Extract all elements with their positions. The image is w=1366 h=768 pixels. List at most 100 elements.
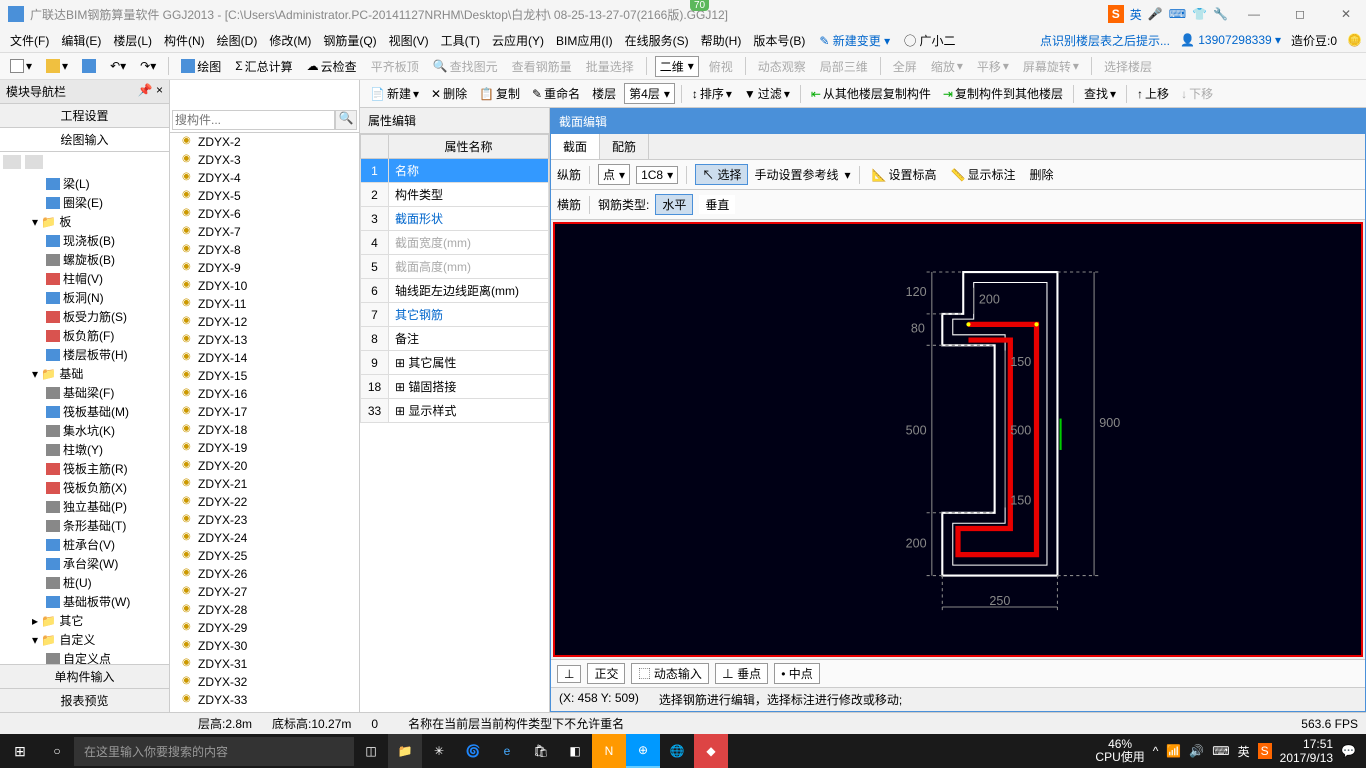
component-item[interactable]: ZDYX-32	[170, 673, 359, 691]
rotate-button[interactable]: 屏幕旋转 ▾	[1019, 56, 1083, 77]
nav-tab-draw[interactable]: 绘图输入	[0, 128, 169, 152]
menu-item[interactable]: 文件(F)	[4, 32, 55, 50]
component-item[interactable]: ZDYX-34	[170, 709, 359, 712]
nav-tab-settings[interactable]: 工程设置	[0, 104, 169, 128]
set-height-button[interactable]: 📐 设置标高	[868, 164, 941, 185]
ime-lang[interactable]: 英	[1130, 6, 1142, 23]
tb-app-3[interactable]: 🌀	[456, 734, 490, 768]
component-item[interactable]: ZDYX-28	[170, 601, 359, 619]
rename-button[interactable]: ✎ 重命名	[528, 83, 584, 104]
search-button[interactable]: 🔍	[335, 110, 357, 130]
mode-1[interactable]	[3, 155, 21, 169]
menu-item[interactable]: 版本号(B)	[747, 32, 811, 50]
point-combo[interactable]: 点 ▾	[598, 164, 630, 185]
search-input[interactable]	[172, 110, 335, 130]
filter-button[interactable]: ▼ 过滤 ▾	[740, 83, 794, 104]
sort-button[interactable]: ↕ 排序 ▾	[688, 83, 736, 104]
dynamic-view-button[interactable]: 动态观察	[754, 56, 810, 77]
copy-to-button[interactable]: ⇥ 复制构件到其他楼层	[939, 83, 1067, 104]
component-item[interactable]: ZDYX-25	[170, 547, 359, 565]
tree-item[interactable]: 承台梁(W)	[4, 554, 165, 573]
nav-tab-single[interactable]: 单构件输入	[0, 664, 169, 688]
tree-item[interactable]: 柱墩(Y)	[4, 440, 165, 459]
tb-app-2[interactable]: ✳	[422, 734, 456, 768]
up-button[interactable]: ↑ 上移	[1133, 83, 1173, 104]
tray-vol-icon[interactable]: 🔊	[1189, 744, 1204, 758]
tab-section[interactable]: 截面	[551, 134, 600, 159]
prop-row[interactable]: 9⊞ 其它属性	[361, 351, 549, 375]
tree-item[interactable]: 柱帽(V)	[4, 269, 165, 288]
component-item[interactable]: ZDYX-10	[170, 277, 359, 295]
tree-item[interactable]: 板负筋(F)	[4, 326, 165, 345]
drawing-canvas[interactable]: 120 200 80 150 500 500 900 150 200 250	[553, 222, 1363, 657]
cloud-check-button[interactable]: ☁ 云检查	[303, 56, 361, 77]
prop-row[interactable]: 18⊞ 锚固搭接	[361, 375, 549, 399]
tree-item[interactable]: 基础梁(F)	[4, 383, 165, 402]
ortho-button[interactable]: 正交	[587, 663, 625, 684]
prop-row[interactable]: 2构件类型	[361, 183, 549, 207]
mode-2[interactable]	[25, 155, 43, 169]
find-button[interactable]: 🔍 查找图元	[429, 56, 502, 77]
tb-app-4[interactable]: ◧	[558, 734, 592, 768]
menu-item[interactable]: 绘图(D)	[211, 32, 264, 50]
zoom-button[interactable]: 缩放 ▾	[927, 56, 967, 77]
save-button[interactable]	[78, 57, 100, 75]
sum-button[interactable]: Σ 汇总计算	[231, 56, 296, 77]
draw-button[interactable]: 绘图	[177, 56, 225, 77]
component-item[interactable]: ZDYX-15	[170, 367, 359, 385]
tree-item[interactable]: 现浇板(B)	[4, 231, 165, 250]
component-item[interactable]: ZDYX-17	[170, 403, 359, 421]
flat-button[interactable]: 平齐板顶	[367, 56, 423, 77]
undo-button[interactable]: ↶▾	[106, 57, 130, 75]
tb-app-1[interactable]: 📁	[388, 734, 422, 768]
prop-row[interactable]: 8备注	[361, 327, 549, 351]
tree-item[interactable]: 桩(U)	[4, 573, 165, 592]
menu-item[interactable]: 钢筋量(Q)	[317, 32, 382, 50]
menu-item[interactable]: 工具(T)	[435, 32, 486, 50]
redo-button[interactable]: ↷▾	[136, 57, 160, 75]
phone[interactable]: 👤 13907298339 ▾	[1180, 33, 1281, 47]
component-item[interactable]: ZDYX-12	[170, 313, 359, 331]
menu-item[interactable]: 修改(M)	[263, 32, 317, 50]
component-item[interactable]: ZDYX-27	[170, 583, 359, 601]
horizontal-button[interactable]: 水平	[655, 194, 693, 215]
batch-button[interactable]: 批量选择	[582, 56, 638, 77]
tb-store[interactable]: 🛍	[524, 734, 558, 768]
prop-row[interactable]: 1名称	[361, 159, 549, 183]
tray-notif-icon[interactable]: 💬	[1341, 744, 1356, 758]
component-item[interactable]: ZDYX-6	[170, 205, 359, 223]
menu-item[interactable]: 构件(N)	[158, 32, 211, 50]
component-item[interactable]: ZDYX-8	[170, 241, 359, 259]
menu-item[interactable]: 帮助(H)	[695, 32, 748, 50]
tree-item[interactable]: 板受力筋(S)	[4, 307, 165, 326]
component-item[interactable]: ZDYX-4	[170, 169, 359, 187]
tray-net-icon[interactable]: 📶	[1166, 744, 1181, 758]
tb-app-8[interactable]: ◆	[694, 734, 728, 768]
tb-app-6[interactable]: ⊕	[626, 734, 660, 768]
tree-item[interactable]: 楼层板带(H)	[4, 345, 165, 364]
start-button[interactable]: ⊞	[0, 743, 40, 760]
close-button[interactable]: ✕	[1326, 7, 1366, 21]
component-item[interactable]: ZDYX-18	[170, 421, 359, 439]
tree-item[interactable]: 螺旋板(B)	[4, 250, 165, 269]
component-item[interactable]: ZDYX-19	[170, 439, 359, 457]
component-item[interactable]: ZDYX-16	[170, 385, 359, 403]
view-rebar-button[interactable]: 查看钢筋量	[508, 56, 576, 77]
top-view-button[interactable]: 俯视	[705, 56, 737, 77]
component-item[interactable]: ZDYX-31	[170, 655, 359, 673]
menu-new-change[interactable]: ✎ 新建变更 ▾	[813, 30, 896, 51]
component-item[interactable]: ZDYX-7	[170, 223, 359, 241]
component-item[interactable]: ZDYX-13	[170, 331, 359, 349]
tree-item[interactable]: 桩承台(V)	[4, 535, 165, 554]
ime-mic-icon[interactable]: 🎤	[1148, 7, 1163, 21]
fullscreen-button[interactable]: 全屏	[889, 56, 921, 77]
prop-row[interactable]: 6轴线距左边线距离(mm)	[361, 279, 549, 303]
component-item[interactable]: ZDYX-21	[170, 475, 359, 493]
local-3d-button[interactable]: 局部三维	[816, 56, 872, 77]
tree-item[interactable]: 独立基础(P)	[4, 497, 165, 516]
tree-item[interactable]: 自定义点	[4, 649, 165, 664]
menu-tip[interactable]: 点识别楼层表之后提示...	[1040, 32, 1170, 49]
tree-item[interactable]: ▸ 📁 其它	[4, 611, 165, 630]
prop-row[interactable]: 4截面宽度(mm)	[361, 231, 549, 255]
minimize-button[interactable]: —	[1234, 7, 1274, 21]
